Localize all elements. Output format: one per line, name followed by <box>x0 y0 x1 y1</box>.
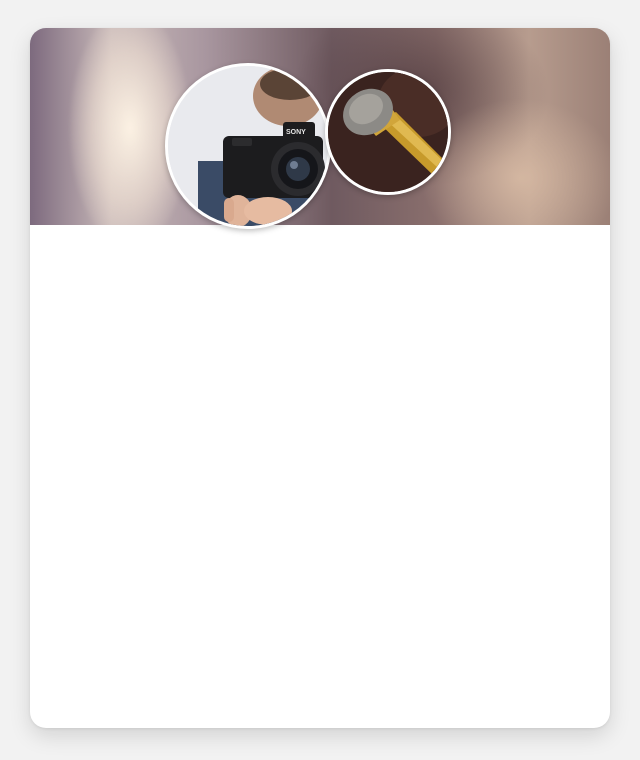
page: SONY <box>0 0 640 760</box>
profile-card: SONY <box>30 28 610 728</box>
avatar-microphone[interactable] <box>325 69 451 195</box>
microphone-icon <box>328 72 448 192</box>
camera-photographer-icon: SONY <box>168 66 328 226</box>
avatar-photographer[interactable]: SONY <box>165 63 331 229</box>
camera-brand-label: SONY <box>286 129 306 136</box>
